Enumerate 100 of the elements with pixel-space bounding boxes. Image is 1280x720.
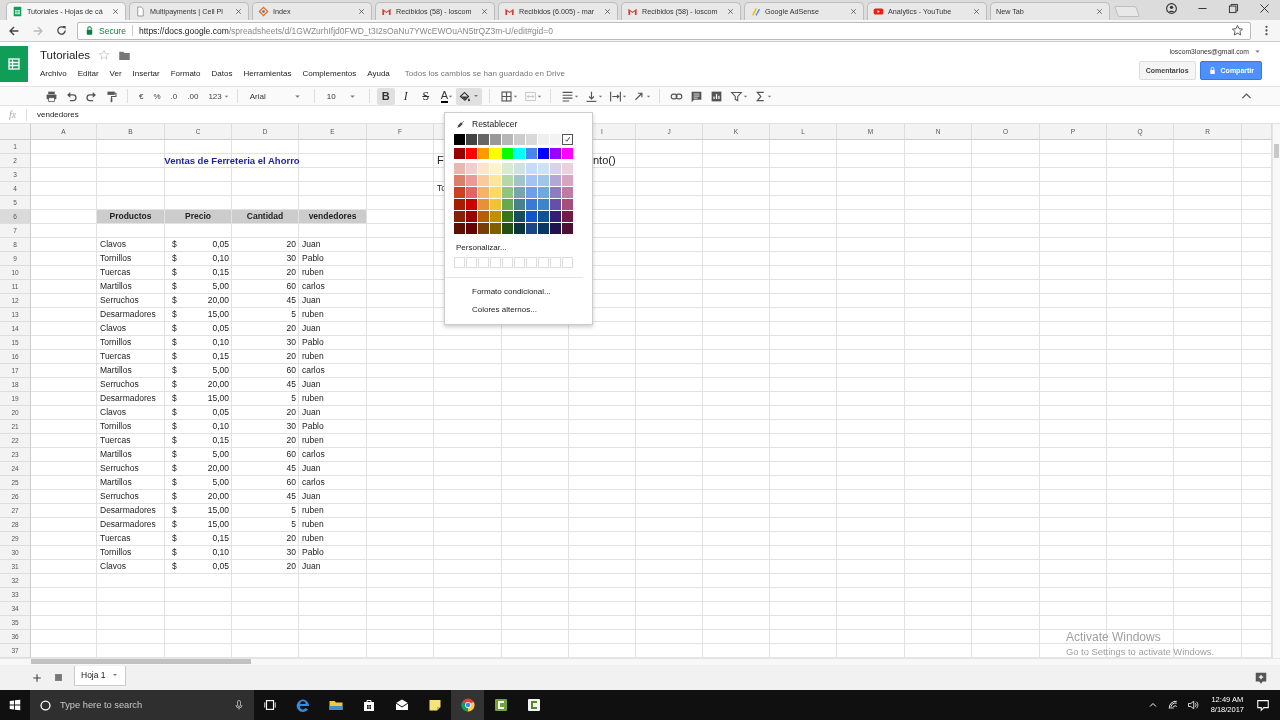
color-swatch[interactable] — [454, 211, 465, 222]
custom-color-slot[interactable] — [478, 257, 489, 268]
color-swatch[interactable] — [466, 134, 477, 145]
color-swatch[interactable] — [502, 187, 513, 198]
currency-format-button[interactable]: € — [139, 91, 144, 101]
close-icon[interactable] — [111, 7, 120, 16]
custom-color-slot[interactable] — [454, 257, 465, 268]
menu-option[interactable]: Formato condicional... — [454, 283, 592, 301]
color-swatch[interactable] — [490, 175, 501, 186]
close-icon[interactable] — [603, 7, 612, 16]
color-swatch[interactable] — [502, 211, 513, 222]
color-swatch[interactable] — [490, 163, 501, 174]
color-swatch[interactable] — [526, 175, 537, 186]
menu-item[interactable]: Ayuda — [367, 68, 390, 78]
color-swatch[interactable] — [538, 175, 549, 186]
color-swatch[interactable] — [538, 134, 549, 145]
percent-format-button[interactable]: % — [153, 91, 161, 101]
account-icon[interactable] — [1165, 2, 1178, 15]
color-swatch[interactable] — [538, 187, 549, 198]
close-icon[interactable] — [480, 7, 489, 16]
color-swatch[interactable] — [550, 223, 561, 234]
color-swatch[interactable] — [550, 148, 561, 159]
custom-color-slot[interactable] — [538, 257, 549, 268]
menu-item[interactable]: Complementos — [302, 68, 357, 78]
color-swatch[interactable] — [514, 148, 525, 159]
color-swatch[interactable] — [526, 211, 537, 222]
color-swatch[interactable] — [562, 199, 573, 210]
color-swatch[interactable] — [502, 223, 513, 234]
close-icon[interactable] — [972, 7, 981, 16]
color-swatch[interactable] — [490, 211, 501, 222]
color-swatch[interactable] — [490, 187, 501, 198]
print-icon[interactable] — [44, 89, 58, 103]
decrease-decimals-button[interactable]: .0 — [170, 91, 178, 101]
color-swatch[interactable] — [514, 199, 525, 210]
font-dropdown[interactable]: Arial — [249, 91, 302, 101]
color-swatch[interactable] — [466, 163, 477, 174]
color-swatch[interactable] — [478, 199, 489, 210]
color-swatch[interactable] — [526, 148, 537, 159]
color-swatch[interactable] — [502, 199, 513, 210]
start-icon[interactable] — [8, 698, 22, 712]
custom-color-slot[interactable] — [502, 257, 513, 268]
color-swatch[interactable] — [454, 175, 465, 186]
color-swatch[interactable] — [454, 134, 465, 145]
color-swatch[interactable] — [550, 211, 561, 222]
align-left-icon[interactable] — [560, 89, 574, 103]
color-swatch[interactable] — [454, 148, 465, 159]
custom-color-slot[interactable] — [514, 257, 525, 268]
close-icon[interactable] — [357, 7, 366, 16]
custom-color-slot[interactable] — [466, 257, 477, 268]
color-swatch[interactable] — [466, 148, 477, 159]
menu-option[interactable]: Colores alternos... — [454, 301, 592, 319]
explore-icon[interactable] — [1254, 670, 1268, 685]
filter-icon[interactable] — [729, 89, 743, 103]
color-swatch[interactable] — [490, 148, 501, 159]
color-swatch[interactable] — [562, 211, 573, 222]
color-swatch[interactable] — [478, 163, 489, 174]
color-swatch[interactable] — [478, 223, 489, 234]
color-swatch[interactable] — [466, 211, 477, 222]
strikethrough-button[interactable]: S — [416, 87, 435, 105]
color-swatch[interactable] — [550, 187, 561, 198]
custom-color-slot[interactable] — [550, 257, 561, 268]
menu-item[interactable]: Formato — [170, 68, 201, 78]
restore-icon[interactable] — [1227, 2, 1240, 15]
reload-icon[interactable] — [55, 24, 68, 37]
color-swatch[interactable] — [514, 175, 525, 186]
menu-item[interactable]: Archivo — [40, 68, 67, 78]
color-swatch[interactable] — [538, 199, 549, 210]
color-swatch[interactable] — [550, 199, 561, 210]
color-swatch[interactable] — [526, 223, 537, 234]
app-logo[interactable] — [0, 46, 28, 82]
fill-color-button[interactable] — [456, 87, 483, 105]
color-swatch[interactable] — [502, 134, 513, 145]
color-swatch[interactable] — [562, 148, 573, 159]
color-swatch[interactable] — [478, 148, 489, 159]
color-swatch[interactable] — [562, 175, 573, 186]
custom-color-option[interactable]: Personalizar... — [454, 241, 592, 255]
comment-icon[interactable] — [689, 89, 703, 103]
star-icon[interactable] — [1231, 24, 1244, 37]
color-swatch[interactable] — [466, 175, 477, 186]
custom-color-slot[interactable] — [526, 257, 537, 268]
sheet-tab[interactable]: Hoja 1 — [74, 665, 126, 686]
color-swatch[interactable] — [550, 163, 561, 174]
borders-icon[interactable] — [499, 89, 513, 103]
select-all-corner[interactable] — [0, 124, 31, 140]
close-icon[interactable] — [1095, 7, 1104, 16]
address-field[interactable]: Secure https://docs.google.com/spreadsheets/d/1GWZurhIfjd0FWD_t3I2sOaNu7YWcEWOuAN5trQZ3m-U/edit#gid=0 — [77, 21, 1251, 40]
sheet-list-icon[interactable] — [53, 672, 64, 683]
caret-icon[interactable] — [1253, 47, 1262, 56]
color-swatch[interactable] — [514, 211, 525, 222]
close-icon[interactable] — [234, 7, 243, 16]
color-swatch[interactable] — [538, 223, 549, 234]
menu-item[interactable]: Ver — [109, 68, 122, 78]
increase-decimals-button[interactable]: .00 — [187, 91, 199, 101]
new-tab-button[interactable] — [1114, 6, 1140, 17]
color-swatch[interactable] — [562, 223, 573, 234]
formula-field[interactable]: vendedores — [37, 110, 79, 119]
chart-icon[interactable] — [709, 89, 723, 103]
task-view-icon[interactable] — [263, 698, 277, 712]
wifi-icon[interactable] — [1166, 699, 1179, 711]
color-swatch[interactable] — [454, 199, 465, 210]
